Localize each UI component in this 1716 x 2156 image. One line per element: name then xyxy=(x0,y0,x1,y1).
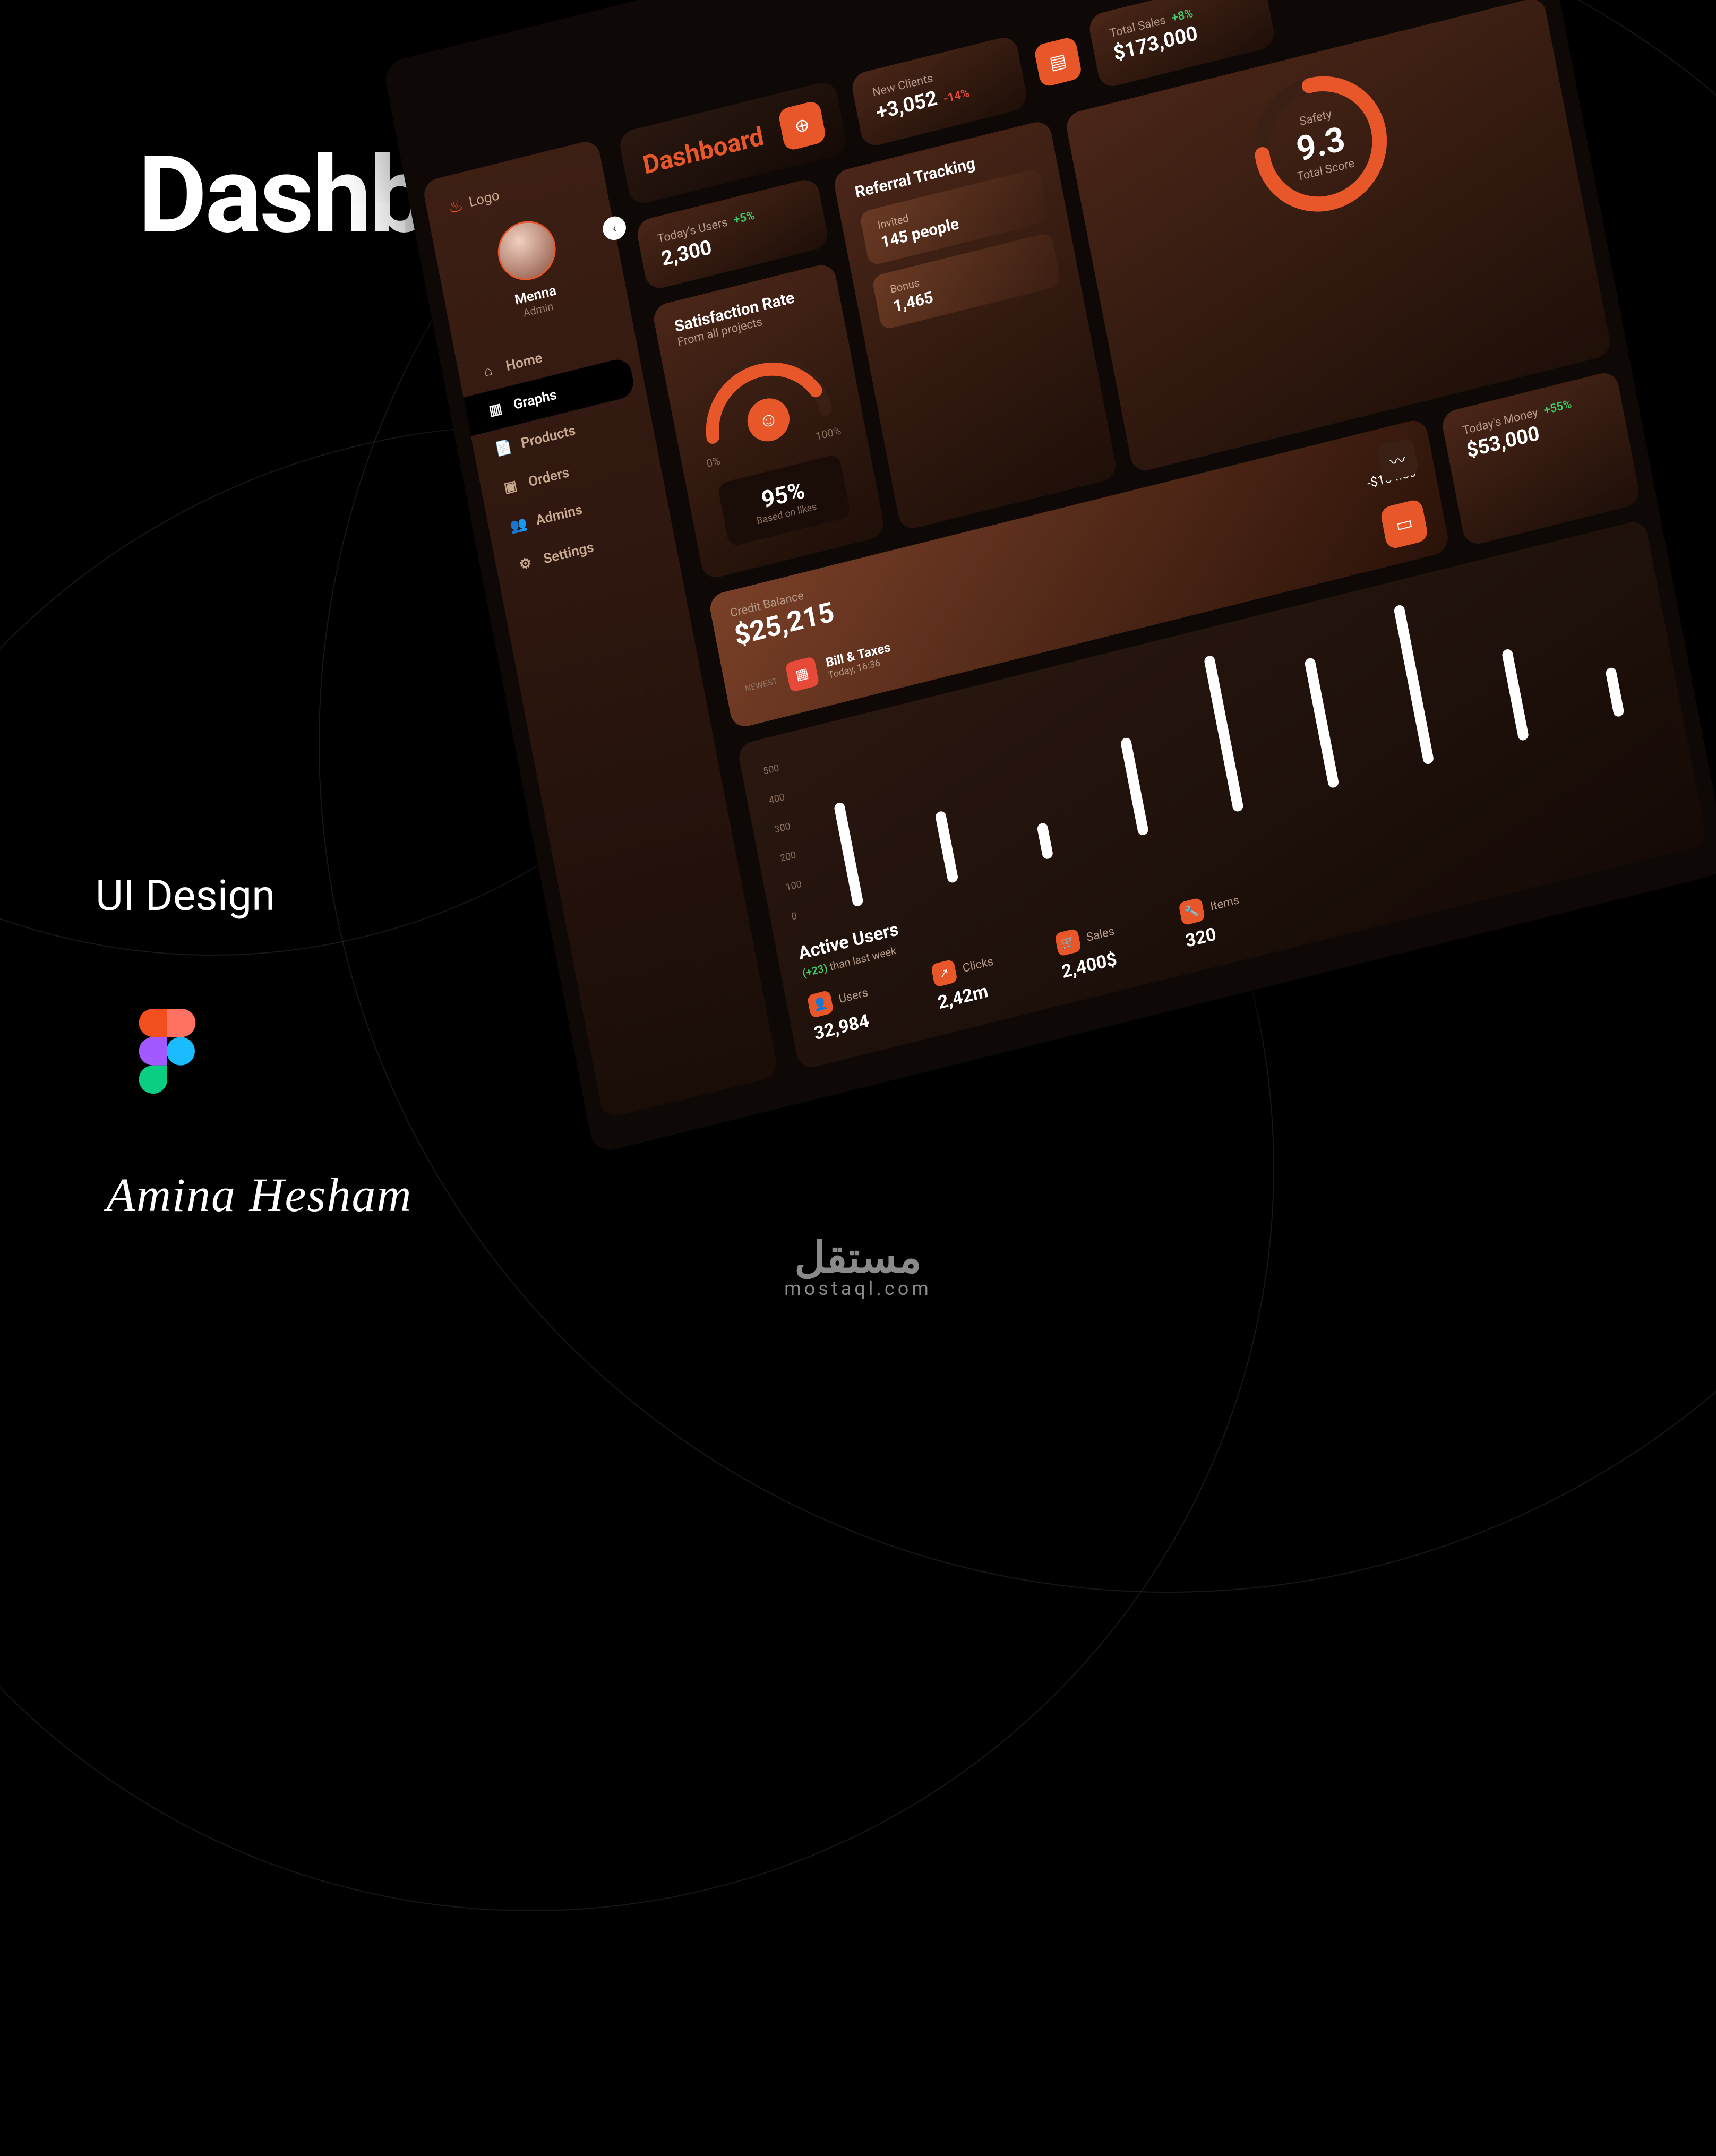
sidebar-item-label: Settings xyxy=(542,539,595,568)
document-icon: ▤ xyxy=(1048,49,1068,74)
stat-users: 👤Users 32,984 xyxy=(807,972,910,1044)
ytick: 300 xyxy=(774,820,792,835)
satisfaction-card: Satisfaction Rate From all projects ☺ xyxy=(651,262,886,581)
stat-clicks: ↗Clicks 2,42m xyxy=(931,941,1033,1013)
wallet-button[interactable]: ▭ xyxy=(1379,498,1429,550)
cursor-icon: ↗ xyxy=(931,959,958,987)
chart-bar xyxy=(1605,667,1625,718)
logo-text: Logo xyxy=(468,187,501,211)
stat-items: 🔧Items 320 xyxy=(1178,880,1281,952)
watermark-latin: mostaql.com xyxy=(784,1277,932,1300)
ytick: 200 xyxy=(779,849,797,864)
stat-label: Items xyxy=(1209,894,1240,914)
chart-bar xyxy=(1204,655,1244,813)
chart-icon: ▥ xyxy=(486,400,505,419)
chart-bar xyxy=(1120,737,1149,836)
chart-bar xyxy=(1304,657,1340,789)
collapse-button[interactable]: ‹ xyxy=(601,214,628,243)
gear-icon: ⚙ xyxy=(516,554,535,574)
users-icon: 👤 xyxy=(807,990,834,1018)
referral-card: Referral Tracking Invited 145 people Bon… xyxy=(832,119,1118,531)
ytick: 400 xyxy=(768,792,786,806)
chart-bar xyxy=(833,802,863,908)
sidebar-item-label: Products xyxy=(520,423,577,452)
gauge-max: 100% xyxy=(814,424,842,443)
wrench-icon: 🔧 xyxy=(1178,897,1205,926)
stat-sales: 🛒Sales 2,400$ xyxy=(1054,910,1157,983)
chart-bar xyxy=(934,810,958,884)
ytick: 100 xyxy=(785,879,803,894)
wallet-icon: ▭ xyxy=(1394,512,1414,537)
stat-label: Users xyxy=(838,986,869,1006)
kpi-delta: -14% xyxy=(942,87,971,106)
chart-bar xyxy=(1036,822,1053,860)
section-label: UI Design xyxy=(96,871,275,921)
sidebar-item-label: Graphs xyxy=(512,386,557,413)
document-button[interactable]: ▤ xyxy=(1033,36,1083,88)
delta-value: (+23) xyxy=(801,961,828,980)
newest-tag: NEWEST xyxy=(744,675,778,693)
watermark: مستقل mostaql.com xyxy=(784,1233,932,1300)
gauge-min: 0% xyxy=(706,454,722,470)
chart-bar xyxy=(1502,648,1530,741)
chevron-left-icon: ‹ xyxy=(611,220,617,236)
stat-label: Sales xyxy=(1085,924,1116,944)
watermark-arabic: مستقل xyxy=(784,1233,932,1283)
chart-bar xyxy=(1393,604,1434,765)
file-icon: 📄 xyxy=(494,439,512,458)
globe-button[interactable]: ⊕ xyxy=(777,100,827,152)
stat-label: Clicks xyxy=(962,955,994,975)
calendar-icon: ▣ xyxy=(501,477,520,497)
sidebar-item-label: Home xyxy=(504,350,543,374)
sidebar-item-label: Orders xyxy=(527,465,571,490)
globe-icon: ⊕ xyxy=(793,114,811,138)
dashboard-heading: Dashboard xyxy=(640,121,766,180)
ytick: 500 xyxy=(762,762,780,777)
home-icon: ⌂ xyxy=(479,361,497,381)
ytick: 0 xyxy=(791,908,809,923)
flame-icon: ♨ xyxy=(446,194,465,218)
sidebar-item-label: Admins xyxy=(535,502,584,529)
users-icon: 👥 xyxy=(509,516,527,535)
author-signature: Amina Hesham xyxy=(106,1168,412,1223)
bill-icon: ▦ xyxy=(785,656,819,693)
cart-icon: 🛒 xyxy=(1054,928,1082,957)
figma-icon xyxy=(138,1009,196,1094)
